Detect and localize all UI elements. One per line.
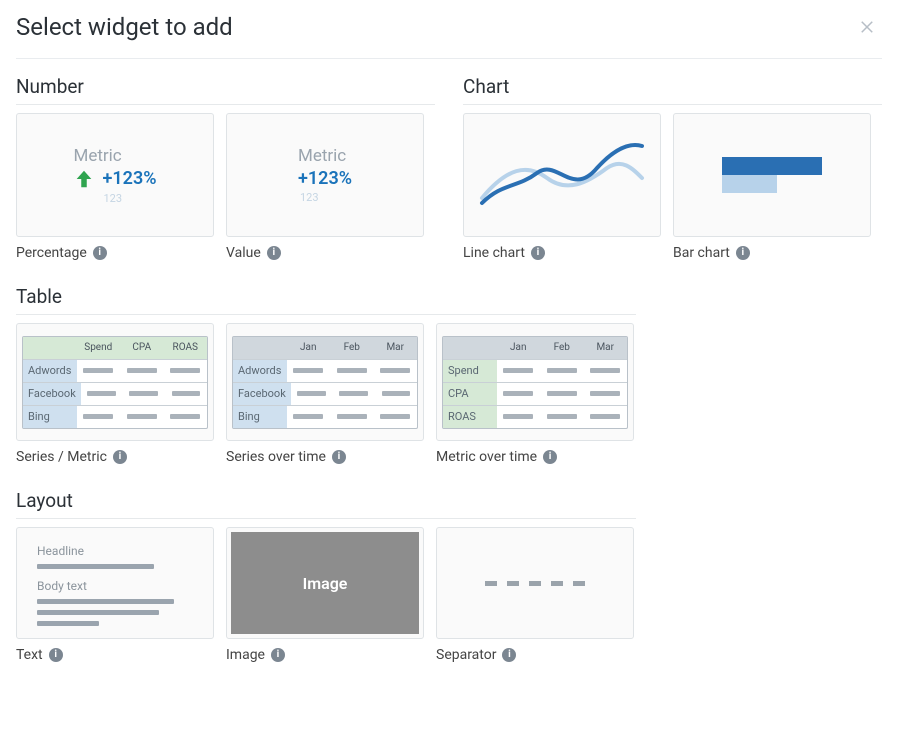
metric-label: Metric (298, 146, 346, 166)
table-preview-series-over-time: Jan Feb Mar Adwords Facebook Bing (232, 336, 418, 429)
info-icon[interactable]: i (271, 648, 285, 662)
widget-series-over-time[interactable]: Jan Feb Mar Adwords Facebook Bing (226, 323, 424, 441)
image-label: Image (226, 647, 265, 663)
widget-percentage[interactable]: Metric +123% 123 (16, 113, 214, 237)
info-icon[interactable]: i (267, 246, 281, 260)
info-icon[interactable]: i (113, 450, 127, 464)
section-title-number: Number (16, 75, 435, 105)
info-icon[interactable]: i (502, 648, 516, 662)
separator-label: Separator (436, 647, 496, 663)
widget-bar-chart[interactable] (673, 113, 871, 237)
section-title-chart: Chart (463, 75, 882, 105)
image-placeholder: Image (231, 532, 419, 634)
widget-metric-over-time[interactable]: Jan Feb Mar Spend CPA ROAS (436, 323, 634, 441)
widget-image[interactable]: Image (226, 527, 424, 639)
line-chart-icon (477, 128, 647, 222)
widget-text[interactable]: Headline Body text (16, 527, 214, 639)
series-metric-label: Series / Metric (16, 449, 107, 465)
bar-chart-icon (722, 157, 822, 193)
info-icon[interactable]: i (332, 450, 346, 464)
metric-over-time-label: Metric over time (436, 449, 537, 465)
info-icon[interactable]: i (93, 246, 107, 260)
widget-separator[interactable] (436, 527, 634, 639)
arrow-up-icon (73, 168, 95, 190)
metric-label: Metric (73, 146, 121, 166)
table-preview-series-metric: Spend CPA ROAS Adwords Facebook Bing (22, 336, 208, 429)
bar-chart-label: Bar chart (673, 245, 730, 261)
percentage-label: Percentage (16, 245, 87, 261)
text-label: Text (16, 647, 43, 663)
close-button[interactable] (852, 12, 882, 42)
percentage-sub: 123 (103, 192, 122, 205)
info-icon[interactable]: i (736, 246, 750, 260)
info-icon[interactable]: i (543, 450, 557, 464)
dialog-title: Select widget to add (16, 13, 233, 41)
value-label: Value (226, 245, 261, 261)
info-icon[interactable]: i (49, 648, 63, 662)
value-value: +123% (298, 168, 352, 189)
series-over-time-label: Series over time (226, 449, 326, 465)
table-preview-metric-over-time: Jan Feb Mar Spend CPA ROAS (442, 336, 628, 429)
widget-line-chart[interactable] (463, 113, 661, 237)
value-sub: 123 (300, 191, 319, 204)
section-title-layout: Layout (16, 489, 636, 519)
widget-value[interactable]: Metric +123% 123 (226, 113, 424, 237)
section-title-table: Table (16, 285, 636, 315)
text-preview: Headline Body text (37, 544, 193, 626)
widget-series-metric[interactable]: Spend CPA ROAS Adwords Facebook Bing (16, 323, 214, 441)
percentage-value: +123% (102, 168, 156, 189)
info-icon[interactable]: i (531, 246, 545, 260)
line-chart-label: Line chart (463, 245, 525, 261)
close-icon (858, 18, 876, 36)
separator-icon (485, 581, 585, 586)
